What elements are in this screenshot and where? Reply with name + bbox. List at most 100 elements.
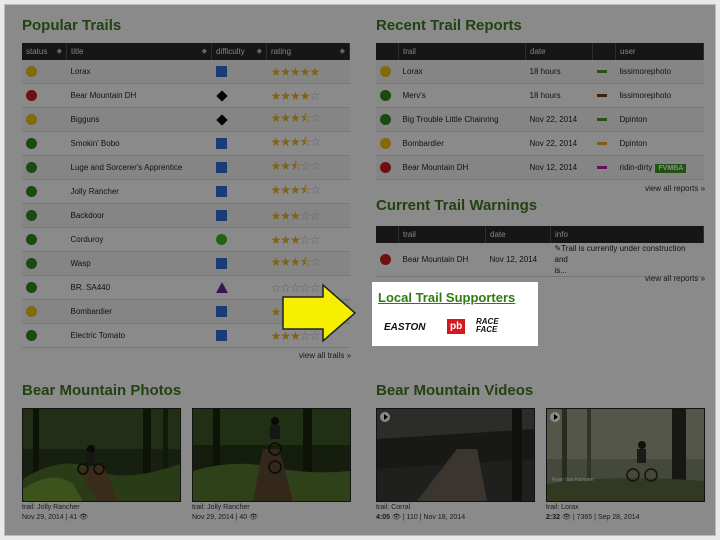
report-row[interactable]: Lorax 18 hours lissimorephoto bbox=[376, 60, 704, 84]
report-color-cell bbox=[592, 155, 616, 180]
report-trail[interactable]: Lorax bbox=[398, 60, 526, 84]
trail-status-cell bbox=[22, 107, 67, 132]
trail-name[interactable]: Corduroy bbox=[66, 227, 212, 252]
col-status bbox=[376, 226, 399, 243]
trail-name[interactable]: Lorax bbox=[66, 60, 212, 84]
trail-rating: ★★★☆☆ bbox=[266, 227, 350, 252]
view-all-warnings-link[interactable]: view all reports » bbox=[645, 274, 705, 283]
trail-row[interactable]: Luge and Sorcerer's Apprentice ★★⯪☆☆ bbox=[22, 155, 350, 180]
trail-difficulty-cell bbox=[211, 60, 267, 84]
report-user-cell: lissimorephoto bbox=[615, 83, 704, 108]
trail-row[interactable]: Lorax ★★★★★ bbox=[22, 60, 350, 84]
trail-status-cell bbox=[22, 299, 67, 324]
report-trail[interactable]: Bombardier bbox=[398, 131, 526, 156]
trail-status-cell bbox=[22, 323, 67, 348]
trail-rating: ★★★⯪☆ bbox=[266, 107, 350, 132]
trail-name[interactable]: Smokin' Bobo bbox=[66, 131, 212, 156]
trail-row[interactable]: Corduroy ★★★☆☆ bbox=[22, 227, 350, 252]
club-badge[interactable]: FVMBA bbox=[655, 164, 687, 173]
report-date: Nov 22, 2014 bbox=[525, 107, 593, 132]
video-trail-2[interactable]: trail: Lorax bbox=[546, 503, 579, 513]
trail-name[interactable]: Bigguns bbox=[66, 107, 212, 132]
pinkbike-logo[interactable]: pb bbox=[447, 319, 466, 334]
col-status[interactable]: status ◆ bbox=[22, 43, 67, 60]
trail-name[interactable]: Luge and Sorcerer's Apprentice bbox=[66, 155, 212, 180]
report-user[interactable]: ridin-dirty bbox=[620, 163, 653, 172]
col-date[interactable]: date bbox=[485, 226, 551, 243]
report-row[interactable]: Bear Mountain DH Nov 12, 2014 ridin-dirty F… bbox=[376, 155, 704, 180]
rating-stars: ★★★⯪☆ bbox=[270, 111, 321, 125]
trail-name[interactable]: Backdoor bbox=[66, 203, 212, 228]
trail-status-cell bbox=[22, 275, 67, 300]
report-trail[interactable]: Bear Mountain DH bbox=[398, 155, 526, 180]
play-icon[interactable] bbox=[380, 412, 390, 422]
report-status-cell bbox=[376, 107, 399, 132]
report-trail[interactable]: Merv's bbox=[398, 83, 526, 108]
report-row[interactable]: Big Trouble Little Chainring Nov 22, 2014… bbox=[376, 107, 704, 132]
col-trail[interactable]: trail bbox=[398, 43, 526, 60]
view-all-reports-link[interactable]: view all reports » bbox=[645, 184, 705, 193]
page-frame: Popular Trails status ◆ title ◆ difficulty… bbox=[4, 4, 716, 536]
trail-name[interactable]: Wasp bbox=[66, 251, 212, 276]
video-thumbnail-2[interactable]: Ryan Van Kampen bbox=[546, 408, 705, 502]
col-title[interactable]: title ◆ bbox=[66, 43, 212, 60]
photo-trail-1[interactable]: trail: Jolly Rancher bbox=[22, 503, 80, 513]
trail-warnings-title: Current Trail Warnings bbox=[376, 197, 538, 214]
col-user[interactable]: user bbox=[615, 43, 704, 60]
view-all-trails-link[interactable]: view all trails » bbox=[299, 351, 351, 360]
trail-name[interactable]: Bombardier bbox=[66, 299, 212, 324]
photo-thumbnail-2[interactable] bbox=[192, 408, 351, 502]
col-color bbox=[592, 43, 616, 60]
report-trail[interactable]: Big Trouble Little Chainring bbox=[398, 107, 526, 132]
trail-difficulty-cell bbox=[211, 179, 267, 204]
warning-info-line1: Trail is currently under construction an… bbox=[554, 244, 686, 264]
condition-swatch bbox=[596, 142, 607, 146]
status-green-icon bbox=[26, 330, 37, 341]
rating-stars: ★★★☆☆ bbox=[270, 208, 321, 223]
status-yellow-icon bbox=[26, 66, 37, 77]
black-diamond-icon bbox=[215, 90, 228, 102]
raceface-logo[interactable]: RACE FACE bbox=[476, 318, 516, 334]
warning-row[interactable]: Bear Mountain DH Nov 12, 2014 ✎Trail is … bbox=[376, 243, 704, 277]
trail-row[interactable]: Smokin' Bobo ★★★⯪☆ bbox=[22, 131, 350, 156]
report-user[interactable]: lissimorephoto bbox=[620, 67, 672, 76]
easton-logo[interactable]: EASTON bbox=[384, 322, 426, 333]
warning-trail[interactable]: Bear Mountain DH bbox=[398, 243, 486, 277]
trail-rating: ★★★⯪☆ bbox=[266, 131, 350, 156]
trail-row[interactable]: Wasp ★★★⯪☆ bbox=[22, 251, 350, 276]
photo-trail-2[interactable]: trail: Jolly Rancher bbox=[192, 503, 250, 513]
purple-triangle-icon bbox=[215, 282, 228, 293]
col-info[interactable]: info bbox=[550, 226, 704, 243]
warning-info: ✎Trail is currently under construction a… bbox=[550, 243, 704, 277]
sort-icon: ◆ bbox=[339, 48, 345, 55]
recent-reports-table: trail date user Lorax 18 hours lissimoreph… bbox=[376, 43, 704, 180]
report-row[interactable]: Merv's 18 hours lissimorephoto bbox=[376, 83, 704, 108]
trail-row[interactable]: Bigguns ★★★⯪☆ bbox=[22, 107, 350, 132]
status-green-icon bbox=[380, 90, 391, 101]
trail-row[interactable]: Backdoor ★★★☆☆ bbox=[22, 203, 350, 228]
trail-name[interactable]: Jolly Rancher bbox=[66, 179, 212, 204]
trail-row[interactable]: Jolly Rancher ★★★⯪☆ bbox=[22, 179, 350, 204]
video-trail-1[interactable]: trail: Corral bbox=[376, 503, 410, 513]
col-rating[interactable]: rating ◆ bbox=[266, 43, 350, 60]
trail-row[interactable]: Bear Mountain DH ★★★★☆ bbox=[22, 83, 350, 108]
report-user[interactable]: Dpinton bbox=[620, 115, 648, 124]
report-row[interactable]: Bombardier Nov 22, 2014 Dpinton bbox=[376, 131, 704, 156]
report-color-cell bbox=[592, 83, 616, 108]
video-thumbnail-1[interactable] bbox=[376, 408, 535, 502]
trail-name[interactable]: Bear Mountain DH bbox=[66, 83, 212, 108]
col-trail[interactable]: trail bbox=[398, 226, 486, 243]
trail-status-cell bbox=[22, 203, 67, 228]
trail-name[interactable]: Electric Tomato bbox=[66, 323, 212, 348]
report-user[interactable]: Dpinton bbox=[620, 139, 648, 148]
play-icon[interactable] bbox=[550, 412, 560, 422]
report-user[interactable]: lissimorephoto bbox=[620, 91, 672, 100]
col-date[interactable]: date bbox=[525, 43, 593, 60]
photo-thumbnail-1[interactable] bbox=[22, 408, 181, 502]
report-status-cell bbox=[376, 131, 399, 156]
trail-name[interactable]: BR. SA440 bbox=[66, 275, 212, 300]
col-difficulty[interactable]: difficulty ◆ bbox=[211, 43, 267, 60]
supporters-title[interactable]: Local Trail Supporters bbox=[378, 290, 515, 305]
trail-status-cell bbox=[22, 251, 67, 276]
trail-difficulty-cell bbox=[211, 83, 267, 108]
